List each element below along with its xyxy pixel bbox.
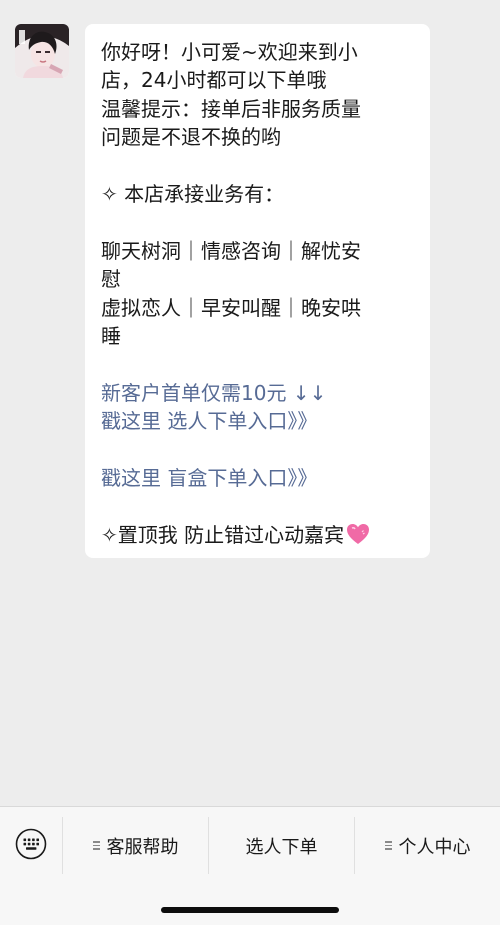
services-heading: ✧ 本店承接业务有： [101, 182, 285, 207]
avatar[interactable] [15, 24, 69, 78]
blind-box-order-link[interactable]: 戳这里 盲盒下单入口》》 [101, 464, 415, 492]
message-bubble: 你好呀！小可爱~欢迎来到小 店，24小时都可以下单哦 温馨提示：接单后非服务质量… [85, 24, 430, 558]
pin-reminder-line: ✧置顶我 防止错过心动嘉宾 [101, 521, 415, 552]
service-list-line: 虚拟恋人｜早安叫醒｜晚安哄 [101, 295, 361, 320]
pick-person-order-link[interactable]: 戳这里 选人下单入口》》 [101, 407, 415, 435]
message-line: 温馨提示：接单后非服务质量 [101, 96, 361, 121]
menu-item-label: 选人下单 [245, 836, 318, 858]
service-list-line: 睡 [101, 324, 121, 349]
message-line: 问题是不退不换的哟 [101, 125, 281, 150]
home-indicator[interactable] [161, 907, 339, 913]
heart-icon [346, 523, 370, 552]
pin-reminder-text: ✧置顶我 防止错过心动嘉宾 [101, 522, 345, 547]
service-list-line: 慰 [101, 267, 121, 292]
keyboard-icon[interactable] [15, 828, 47, 860]
message-line: 你好呀！小可爱~欢迎来到小 [101, 40, 358, 64]
menu-item-select-person-order[interactable]: 选人下单 [209, 817, 354, 874]
menu-item-label: 客服帮助 [106, 836, 179, 858]
service-list-line: 聊天树洞｜情感咨询｜解忧安 [101, 238, 361, 263]
menu-item-customer-help[interactable]: 客服帮助 [63, 817, 208, 874]
message-line: 店，24小时都可以下单哦 [101, 68, 327, 93]
menu-item-personal-center[interactable]: 个人中心 [355, 817, 500, 874]
new-customer-promo-link[interactable]: 新客户首单仅需10元 ↓↓ [101, 379, 415, 407]
menu-item-label: 个人中心 [398, 836, 471, 858]
avatar-image [15, 24, 69, 78]
submenu-icon [92, 839, 100, 852]
submenu-icon [384, 839, 392, 852]
